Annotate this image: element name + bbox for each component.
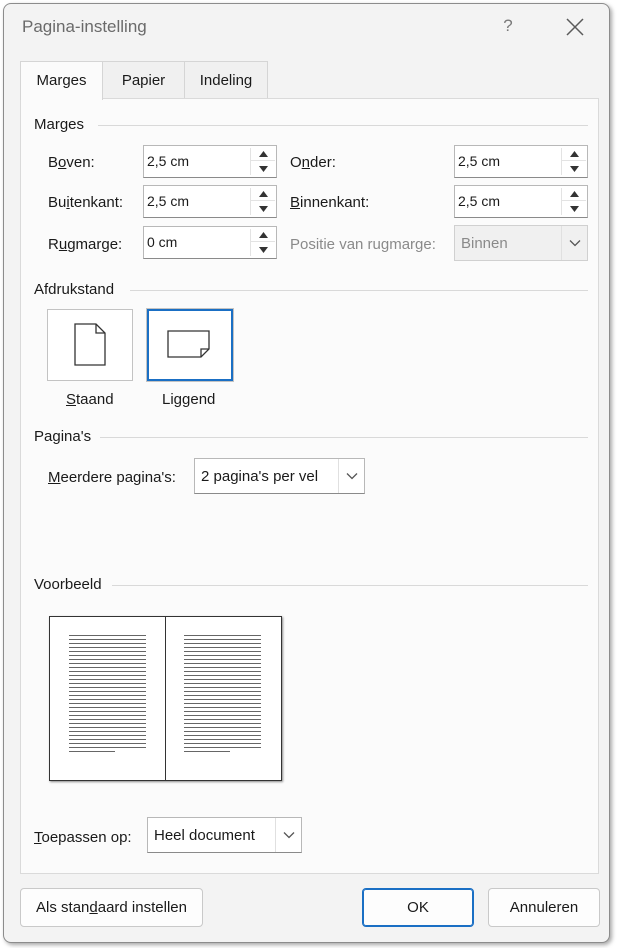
arrow-down-icon (569, 165, 579, 172)
set-as-default-button[interactable]: Als standaard instellen (20, 888, 203, 927)
section-divider (112, 585, 588, 586)
multiple-pages-label: Meerdere pagina's: (48, 469, 176, 486)
orientation-section-title: Afdrukstand (34, 281, 115, 298)
bottom-margin-increase[interactable] (562, 148, 586, 161)
chevron-down-icon (346, 473, 357, 480)
bottom-margin-spinner[interactable]: 2,5 cm (454, 145, 588, 178)
cancel-button[interactable]: Annuleren (488, 888, 600, 927)
section-divider (100, 437, 588, 438)
gutter-spinner[interactable]: 0 cm (143, 226, 277, 259)
page-divider (165, 617, 166, 780)
inside-margin-value: 2,5 cm (458, 193, 501, 209)
gutter-position-value: Binnen (461, 235, 508, 252)
page-preview (49, 616, 282, 781)
help-button[interactable]: ? (498, 16, 518, 36)
apply-to-label: Toepassen op: (34, 829, 132, 846)
close-button[interactable] (562, 14, 588, 40)
arrow-up-icon (569, 191, 579, 197)
title-bar: Pagina-instelling ? (4, 4, 609, 50)
apply-to-select[interactable]: Heel document (147, 817, 302, 853)
close-icon (566, 18, 584, 36)
arrow-up-icon (258, 151, 268, 157)
inside-margin-spinner[interactable]: 2,5 cm (454, 185, 588, 218)
bottom-margin-label: Onder: (290, 154, 336, 171)
top-margin-value: 2,5 cm (147, 153, 190, 169)
arrow-up-icon (258, 232, 268, 238)
multiple-pages-select[interactable]: 2 pagina's per vel (194, 458, 365, 494)
portrait-page-icon (74, 323, 106, 366)
arrow-down-icon (258, 205, 268, 212)
section-divider (130, 290, 588, 291)
portrait-option[interactable] (47, 309, 133, 381)
landscape-option[interactable] (147, 309, 233, 381)
inside-margin-label: Binnenkant: (290, 194, 370, 211)
gutter-label: Rugmarge: (48, 236, 123, 253)
section-divider (98, 125, 588, 126)
outside-margin-decrease[interactable] (251, 202, 275, 215)
ok-button[interactable]: OK (362, 888, 474, 927)
landscape-page-icon (167, 330, 210, 358)
tab-layout[interactable]: Indeling (184, 61, 268, 99)
dialog-title: Pagina-instelling (22, 17, 147, 36)
apply-to-value: Heel document (154, 827, 255, 844)
chevron-down-icon (569, 240, 580, 247)
tab-paper[interactable]: Papier (102, 61, 185, 99)
inside-margin-decrease[interactable] (562, 202, 586, 215)
multiple-pages-value: 2 pagina's per vel (201, 468, 319, 485)
outside-margin-increase[interactable] (251, 188, 275, 201)
chevron-down-icon (283, 832, 294, 839)
pages-section-title: Pagina's (34, 428, 92, 445)
gutter-value: 0 cm (147, 234, 178, 250)
arrow-down-icon (258, 165, 268, 172)
top-margin-increase[interactable] (251, 148, 275, 161)
outside-margin-spinner[interactable]: 2,5 cm (143, 185, 277, 218)
gutter-decrease[interactable] (251, 243, 275, 256)
page-setup-dialog: Pagina-instelling ? Marges Papier Indeli… (3, 3, 610, 943)
inside-margin-increase[interactable] (562, 188, 586, 201)
left-page-text-lines (69, 635, 146, 755)
bottom-margin-decrease[interactable] (562, 162, 586, 175)
outside-margin-label: Buitenkant: (48, 194, 124, 211)
arrow-up-icon (258, 191, 268, 197)
gutter-increase[interactable] (251, 229, 275, 242)
tab-margins[interactable]: Marges (20, 61, 103, 100)
top-margin-spinner[interactable]: 2,5 cm (143, 145, 277, 178)
arrow-down-icon (258, 246, 268, 253)
outside-margin-value: 2,5 cm (147, 193, 190, 209)
margins-section-title: Marges (34, 116, 85, 133)
top-margin-label: Boven: (48, 154, 95, 171)
preview-section-title: Voorbeeld (34, 576, 102, 593)
gutter-position-label: Positie van rugmarge: (290, 236, 436, 253)
gutter-position-select: Binnen (454, 225, 588, 261)
portrait-label: Staand (66, 391, 114, 408)
landscape-label: Liggend (162, 391, 216, 408)
bottom-margin-value: 2,5 cm (458, 153, 501, 169)
top-margin-decrease[interactable] (251, 162, 275, 175)
arrow-up-icon (569, 151, 579, 157)
arrow-down-icon (569, 205, 579, 212)
right-page-text-lines (184, 635, 261, 755)
